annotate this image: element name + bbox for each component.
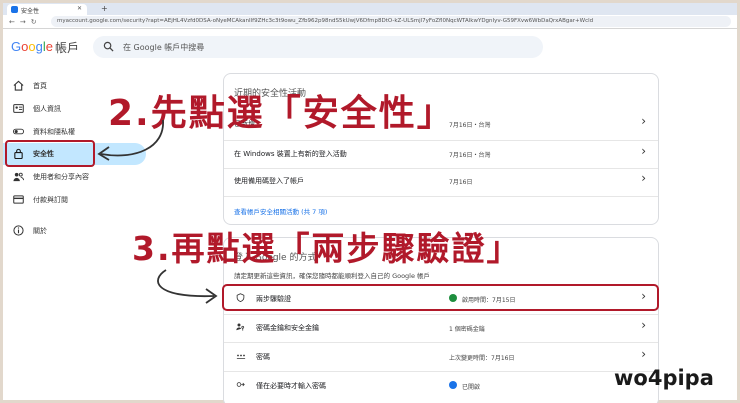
sidebar-item-about[interactable]: 關於 <box>3 220 153 242</box>
chevron-right-icon: › <box>641 114 646 128</box>
sidebar-item-label: 首頁 <box>33 82 47 90</box>
passkey-icon <box>236 323 245 331</box>
account-header: Google 帳戶 在 Google 帳戶中搜尋 <box>3 29 737 65</box>
signin-label: 僅在必要時才輸入密碼 <box>256 382 326 390</box>
divider <box>224 196 658 197</box>
check-blue-icon <box>449 381 457 389</box>
sidebar-item-label: 個人資訊 <box>33 105 61 113</box>
signin-status: 已開啟 <box>462 384 481 391</box>
activity-date: 7月16日・台灣 <box>449 122 491 129</box>
view-activity-link[interactable]: 查看帳戶安全相關活動 (共 7 項) <box>234 206 327 216</box>
search-box[interactable]: 在 Google 帳戶中搜尋 <box>93 36 543 58</box>
activity-label: 使用備用碼登入了帳戶 <box>234 177 304 185</box>
chevron-right-icon: › <box>641 144 646 158</box>
divider <box>224 314 658 315</box>
signin-status: 1 個密碼金鑰 <box>449 326 485 333</box>
chevron-right-icon: › <box>641 318 646 332</box>
credit-card-icon <box>13 195 24 204</box>
activity-label: 在 Windows 裝置上有新的登入活動 <box>234 150 347 158</box>
account-word: 帳戶 <box>55 41 80 55</box>
step3-annotation: 3.再點選「兩步驟驗證」 <box>132 229 522 268</box>
url-field[interactable]: myaccount.google.com/security?rapt=AEjHL… <box>51 16 731 27</box>
close-tab-icon[interactable]: ✕ <box>77 5 82 12</box>
sidebar-item-label: 關於 <box>33 227 47 235</box>
divider <box>224 342 658 343</box>
signin-label: 密碼金鑰和安全金鑰 <box>256 324 319 332</box>
search-placeholder: 在 Google 帳戶中搜尋 <box>123 43 205 52</box>
back-icon[interactable]: ← <box>9 18 20 26</box>
divider <box>224 371 658 372</box>
sidebar-item-people-sharing[interactable]: 使用者和分享內容 <box>3 166 153 188</box>
card-description: 請定期更新這些資訊，確保您隨時都能順利登入自己的 Google 帳戶 <box>234 272 431 280</box>
skip-password-icon <box>236 382 245 387</box>
nav-buttons: ←→↻ <box>9 18 42 26</box>
info-icon <box>13 225 24 236</box>
highlight-2sv-box <box>222 284 659 311</box>
sidebar-item-label: 資料和隱私權 <box>33 128 75 136</box>
divider <box>224 140 658 141</box>
divider <box>224 168 658 169</box>
toggle-icon <box>13 128 24 135</box>
id-card-icon <box>13 104 24 113</box>
google-logo[interactable]: Google <box>11 39 53 54</box>
arrow-to-2sv-icon <box>157 269 218 304</box>
watermark-logo: wo4pipa <box>614 366 714 390</box>
arrow-to-security-icon <box>97 119 164 161</box>
chevron-right-icon: › <box>641 347 646 361</box>
tab-title: 安全性 <box>21 8 40 15</box>
home-icon <box>13 80 24 91</box>
people-icon <box>13 172 24 182</box>
sidebar-item-label: 付款與訂閱 <box>33 196 68 204</box>
browser-tab[interactable]: 安全性 ✕ <box>7 4 87 15</box>
browser-tab-strip: 安全性 ✕ + <box>3 3 737 15</box>
password-dots-icon <box>236 354 246 359</box>
activity-date: 7月16日・台灣 <box>449 152 491 159</box>
signin-status: 上次變更時間：7月16日 <box>449 355 515 362</box>
activity-date: 7月16日 <box>449 179 473 186</box>
google-favicon-icon <box>11 6 18 13</box>
sidebar-item-label: 使用者和分享內容 <box>33 173 89 181</box>
forward-icon[interactable]: → <box>20 18 31 26</box>
highlight-security-box <box>5 140 95 167</box>
chevron-right-icon: › <box>641 171 646 185</box>
reload-icon[interactable]: ↻ <box>31 18 42 26</box>
new-tab-icon[interactable]: + <box>101 4 108 13</box>
search-icon <box>103 41 114 52</box>
signin-label: 密碼 <box>256 353 270 361</box>
address-bar-row: ←→↻ myaccount.google.com/security?rapt=A… <box>3 15 737 29</box>
sidebar-item-payments[interactable]: 付款與訂閱 <box>3 189 153 211</box>
